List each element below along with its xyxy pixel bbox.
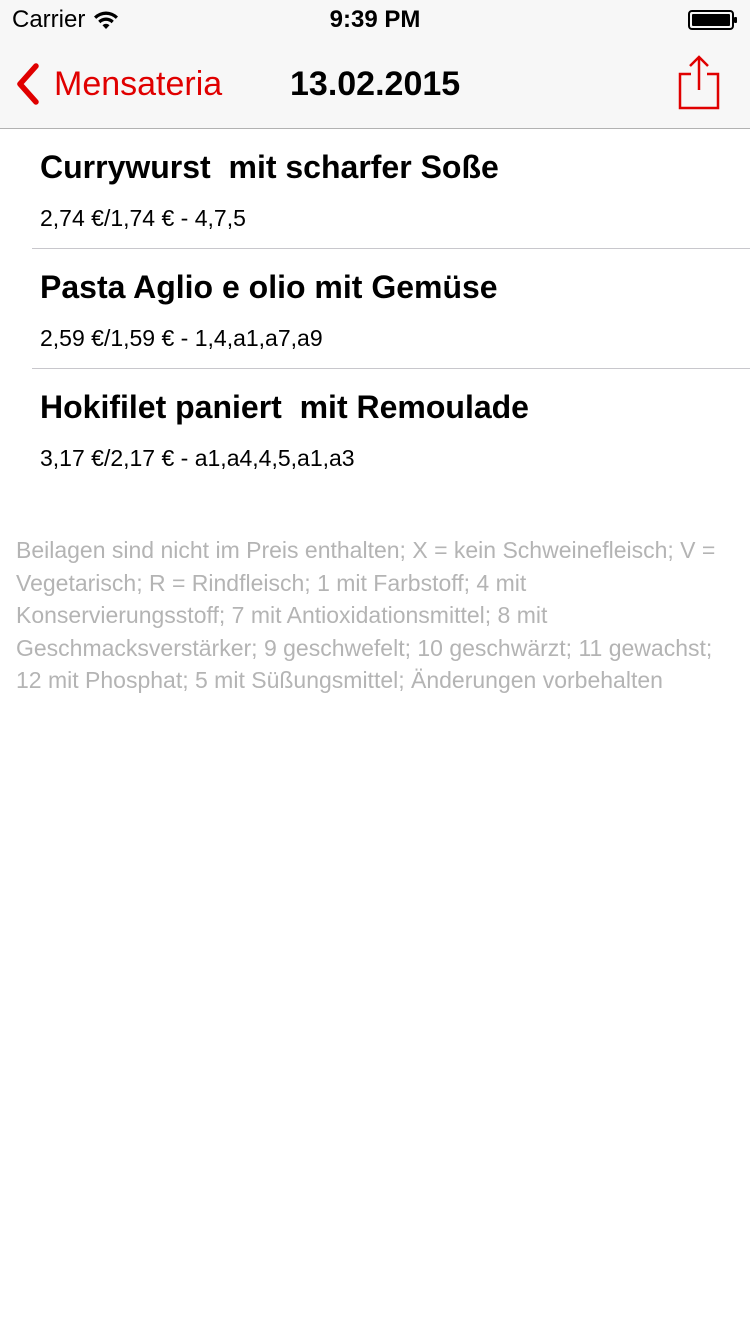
status-time: 9:39 PM	[329, 6, 421, 33]
menu-list: Currywurst mit scharfer Soße 2,74 €/1,74…	[0, 129, 750, 488]
list-item[interactable]: Pasta Aglio e olio mit Gemüse 2,59 €/1,5…	[32, 249, 750, 369]
list-item[interactable]: Currywurst mit scharfer Soße 2,74 €/1,74…	[32, 129, 750, 249]
dish-price: 3,17 €/2,17 € - a1,a4,4,5,a1,a3	[40, 445, 355, 471]
back-button-label: Mensateria	[54, 65, 223, 103]
dish-price: 2,59 €/1,59 € - 1,4,a1,a7,a9	[40, 325, 323, 351]
status-bar: Carrier 9:39 PM	[0, 0, 750, 40]
chevron-left-icon	[17, 63, 39, 105]
list-item[interactable]: Hokifilet paniert mit Remoulade 3,17 €/2…	[32, 369, 750, 488]
navigation-bar: Mensateria 13.02.2015	[0, 40, 750, 129]
page-title: 13.02.2015	[290, 65, 461, 103]
back-button[interactable]: Mensateria	[14, 60, 222, 108]
dish-price: 2,74 €/1,74 € - 4,7,5	[40, 205, 246, 231]
share-icon[interactable]	[678, 54, 720, 110]
dish-name: Currywurst mit scharfer Soße	[40, 149, 499, 185]
legend-note: Beilagen sind nicht im Preis enthalten; …	[16, 537, 716, 693]
battery-icon	[688, 10, 737, 30]
dish-name: Pasta Aglio e olio mit Gemüse	[40, 269, 498, 305]
dish-name: Hokifilet paniert mit Remoulade	[40, 389, 529, 425]
